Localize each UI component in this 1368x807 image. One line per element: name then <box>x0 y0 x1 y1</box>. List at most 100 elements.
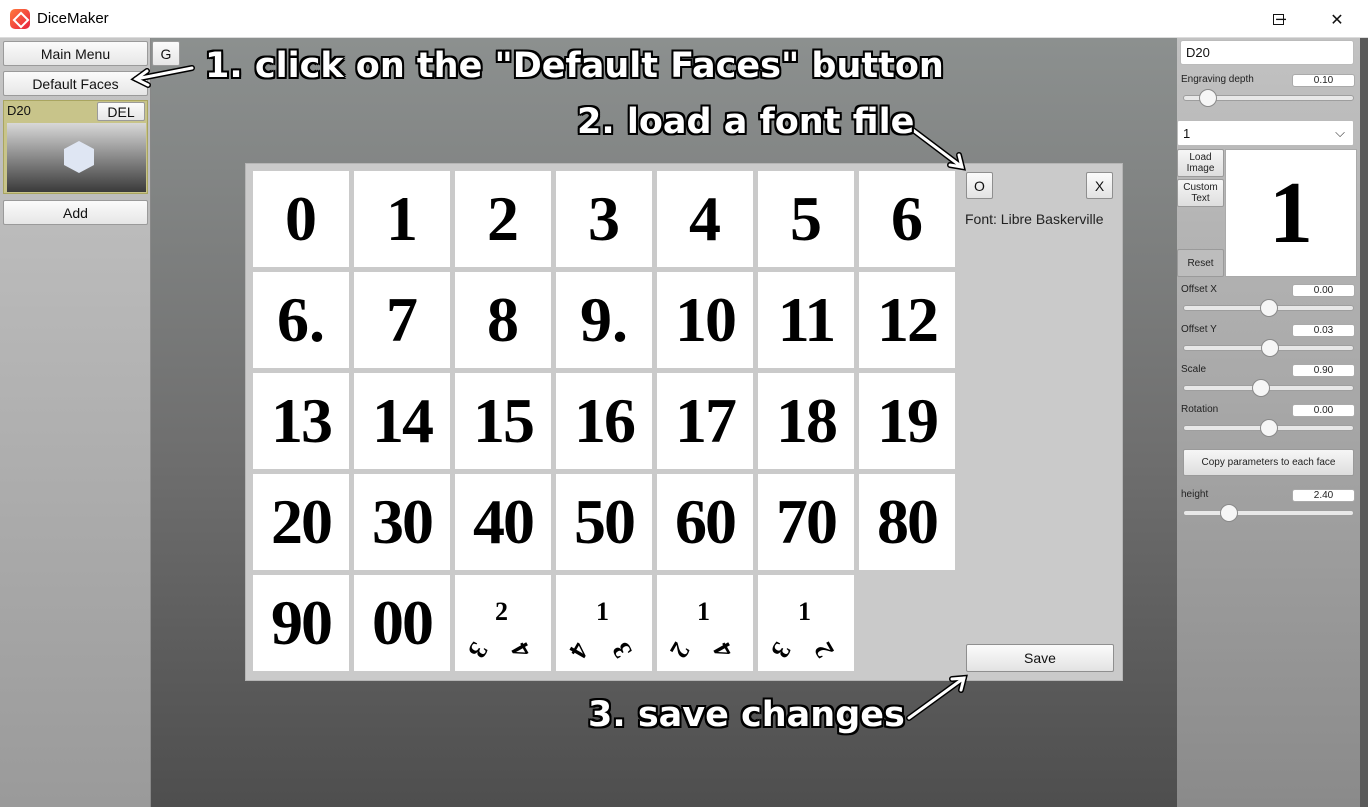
face-tile[interactable]: 50 <box>556 474 652 570</box>
d4-face-number: 2 <box>808 637 840 664</box>
face-tile[interactable]: 00 <box>354 575 450 671</box>
die-name: D20 <box>7 103 31 118</box>
offset-y-value[interactable]: 0.03 <box>1292 324 1355 337</box>
face-tile[interactable]: 10 <box>657 272 753 368</box>
g-button[interactable]: G <box>152 41 180 66</box>
face-tile[interactable]: 5 <box>758 171 854 267</box>
maximize-icon[interactable] <box>1249 0 1307 38</box>
custom-text-button[interactable]: Custom Text <box>1177 179 1224 207</box>
face-tile[interactable]: 18 <box>758 373 854 469</box>
close-dialog-button[interactable]: X <box>1086 172 1113 199</box>
die-card[interactable]: D20 DEL <box>3 100 148 194</box>
d4-face-tile[interactable]: 234 <box>455 575 551 671</box>
face-tile[interactable]: 17 <box>657 373 753 469</box>
face-tile[interactable]: 1 <box>354 171 450 267</box>
face-select[interactable]: 1 ⌵ <box>1177 120 1354 146</box>
face-tile[interactable]: 6 <box>859 171 955 267</box>
rotation-label: Rotation <box>1181 404 1219 415</box>
d4-face-tile[interactable]: 132 <box>758 575 854 671</box>
d4-face-number: 1 <box>798 597 811 626</box>
face-tile[interactable]: 6. <box>253 272 349 368</box>
face-tile[interactable]: 14 <box>354 373 450 469</box>
d4-face-number: 3 <box>765 637 797 664</box>
offset-y-slider[interactable] <box>1183 339 1354 357</box>
offset-x-label: Offset X <box>1181 284 1217 295</box>
face-tile[interactable]: 40 <box>455 474 551 570</box>
d4-face-number: 4 <box>563 637 595 664</box>
engraving-depth-label: Engraving depth <box>1181 74 1254 85</box>
face-tile[interactable]: 19 <box>859 373 955 469</box>
d4-face-number: 2 <box>664 637 696 664</box>
face-tile[interactable]: 8 <box>455 272 551 368</box>
d4-face-number: 1 <box>596 597 609 626</box>
right-panel-scrollbar[interactable] <box>1360 38 1368 807</box>
face-tile[interactable]: 90 <box>253 575 349 671</box>
face-tile[interactable]: 9. <box>556 272 652 368</box>
title-bar: DiceMaker ─ ✕ <box>0 0 1368 38</box>
engraving-depth-slider[interactable] <box>1183 89 1354 107</box>
annotation-step-3: 3. save changes <box>588 695 905 735</box>
face-select-value: 1 <box>1183 125 1191 141</box>
face-tile[interactable]: 13 <box>253 373 349 469</box>
engraving-depth-value[interactable]: 0.10 <box>1292 74 1355 87</box>
scale-label: Scale <box>1181 364 1207 375</box>
face-tile[interactable]: 3 <box>556 171 652 267</box>
slider-handle[interactable] <box>1199 89 1217 107</box>
reset-button[interactable]: Reset <box>1177 249 1224 277</box>
rotation-value[interactable]: 0.00 <box>1292 404 1355 417</box>
offset-x-value[interactable]: 0.00 <box>1292 284 1355 297</box>
d4-face-number: 3 <box>462 637 494 664</box>
d4-face-number: 2 <box>495 597 508 626</box>
default-faces-button[interactable]: Default Faces <box>3 71 148 96</box>
font-name-label: Font: Libre Baskerville <box>965 211 1104 227</box>
d4-face-number: 4 <box>707 637 739 664</box>
face-tile[interactable]: 7 <box>354 272 450 368</box>
open-font-button[interactable]: O <box>966 172 993 199</box>
height-slider[interactable] <box>1183 504 1354 522</box>
face-tile[interactable]: 0 <box>253 171 349 267</box>
slider-handle[interactable] <box>1252 379 1270 397</box>
annotation-step-2: 2. load a font file <box>577 102 915 142</box>
face-tile[interactable]: 2 <box>455 171 551 267</box>
face-tile[interactable]: 60 <box>657 474 753 570</box>
d4-face-tile[interactable]: 124 <box>657 575 753 671</box>
die-thumbnail <box>7 123 146 192</box>
d4-face-number: 4 <box>505 637 537 664</box>
close-icon[interactable]: ✕ <box>1308 0 1366 38</box>
copy-parameters-button[interactable]: Copy parameters to each face <box>1183 449 1354 476</box>
d20-die-icon <box>64 141 94 173</box>
slider-handle[interactable] <box>1261 339 1279 357</box>
face-tile[interactable]: 30 <box>354 474 450 570</box>
load-image-button[interactable]: Load Image <box>1177 149 1224 177</box>
window-title: DiceMaker <box>37 10 109 27</box>
offset-y-label: Offset Y <box>1181 324 1217 335</box>
height-value[interactable]: 2.40 <box>1292 489 1355 502</box>
dicemaker-logo-icon <box>10 9 30 29</box>
face-tile[interactable]: 11 <box>758 272 854 368</box>
face-tile[interactable]: 12 <box>859 272 955 368</box>
face-preview: 1 <box>1225 149 1357 277</box>
face-tile[interactable]: 15 <box>455 373 551 469</box>
face-tile[interactable]: 20 <box>253 474 349 570</box>
die-name-input[interactable]: D20 <box>1180 40 1354 65</box>
height-label: height <box>1181 489 1209 500</box>
face-tile[interactable]: 70 <box>758 474 854 570</box>
add-die-button[interactable]: Add <box>3 200 148 225</box>
slider-handle[interactable] <box>1220 504 1238 522</box>
main-menu-button[interactable]: Main Menu <box>3 41 148 66</box>
slider-handle[interactable] <box>1260 419 1278 437</box>
d4-face-tile[interactable]: 143 <box>556 575 652 671</box>
chevron-down-icon: ⌵ <box>1335 125 1345 140</box>
d4-face-number: 3 <box>606 637 638 664</box>
face-tile[interactable]: 4 <box>657 171 753 267</box>
rotation-slider[interactable] <box>1183 419 1354 437</box>
scale-value[interactable]: 0.90 <box>1292 364 1355 377</box>
offset-x-slider[interactable] <box>1183 299 1354 317</box>
slider-handle[interactable] <box>1260 299 1278 317</box>
delete-die-button[interactable]: DEL <box>97 102 145 121</box>
face-tile[interactable]: 16 <box>556 373 652 469</box>
face-tile[interactable]: 80 <box>859 474 955 570</box>
annotation-step-1: 1. click on the "Default Faces" button <box>205 46 944 86</box>
save-button[interactable]: Save <box>966 644 1114 672</box>
scale-slider[interactable] <box>1183 379 1354 397</box>
